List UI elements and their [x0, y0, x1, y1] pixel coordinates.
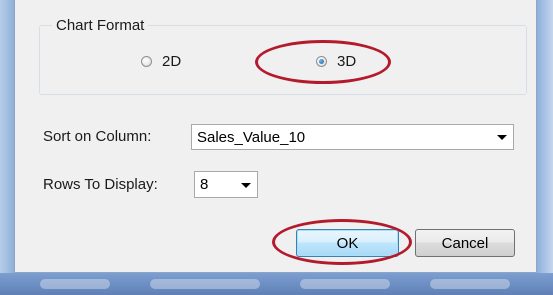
chart-format-groupbox — [39, 25, 527, 95]
radio-3d[interactable]: 3D — [316, 53, 356, 70]
chevron-down-icon[interactable] — [497, 135, 507, 140]
dialog-window: Chart Format 2D 3D Sort on Column: Sales… — [14, 0, 537, 273]
window-frame-right — [537, 0, 553, 295]
radio-2d[interactable]: 2D — [141, 53, 181, 70]
chevron-down-icon[interactable] — [241, 182, 251, 188]
sort-column-label: Sort on Column: — [43, 128, 152, 145]
window-frame-left — [0, 0, 14, 295]
radio-checked-icon[interactable] — [316, 56, 327, 67]
sort-column-dropdown[interactable]: Sales_Value_10 — [191, 124, 514, 150]
rows-display-dropdown[interactable]: 8 — [194, 171, 258, 198]
radio-2d-label: 2D — [162, 53, 182, 70]
radio-unchecked-icon[interactable] — [141, 56, 152, 67]
rows-display-value: 8 — [200, 176, 209, 193]
sort-column-value: Sales_Value_10 — [197, 128, 306, 146]
taskbar-background — [0, 273, 553, 295]
rows-display-label: Rows To Display: — [43, 176, 158, 193]
ok-button[interactable]: OK — [296, 229, 399, 257]
cancel-button[interactable]: Cancel — [415, 229, 515, 257]
radio-3d-label: 3D — [337, 53, 357, 70]
chart-format-title: Chart Format — [52, 17, 149, 34]
